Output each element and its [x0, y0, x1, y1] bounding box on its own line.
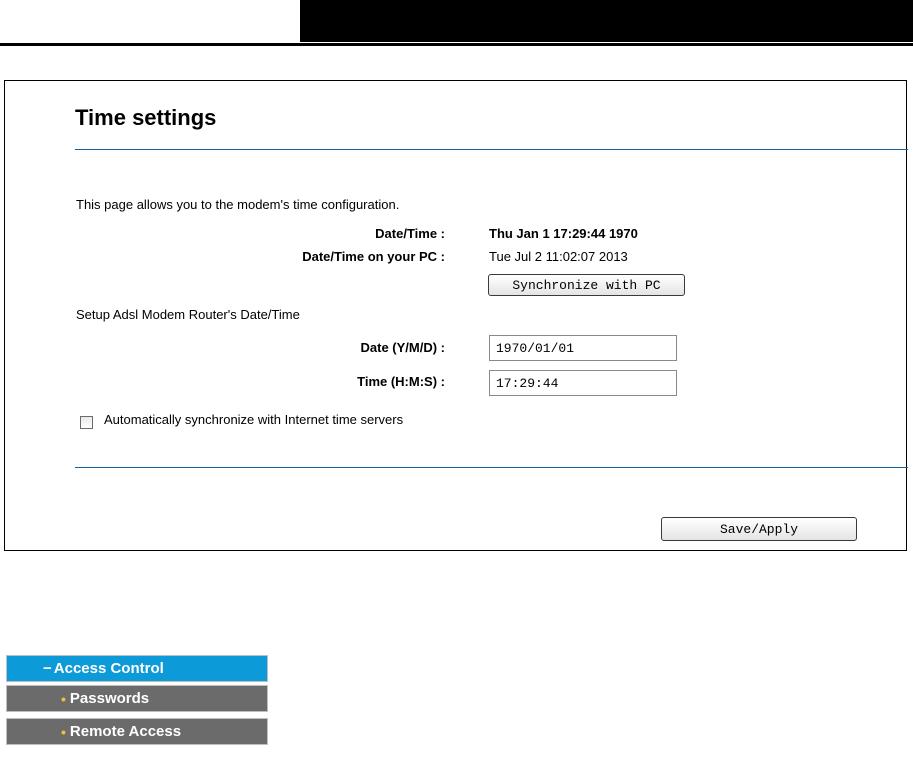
datetime-label: Date/Time : [375, 226, 445, 241]
menu-section-label: Access Control [53, 660, 164, 677]
auto-sync-checkbox[interactable] [80, 416, 93, 429]
synchronize-with-pc-button[interactable]: Synchronize with PC [488, 274, 685, 296]
time-settings-panel: Time settings This page allows you to th… [4, 80, 908, 551]
menu-item-label: Remote Access [69, 723, 182, 740]
page-title: Time settings [75, 105, 217, 130]
time-label: Time (H:M:S) : [357, 374, 445, 389]
access-control-menu: − Access Control • Passwords • Remote Ac… [6, 655, 268, 745]
date-input[interactable] [489, 335, 677, 361]
footer-divider [75, 467, 908, 468]
menu-section-access-control[interactable]: − Access Control [6, 655, 268, 682]
time-input[interactable] [489, 370, 677, 396]
pc-datetime-value: Tue Jul 2 11:02:07 2013 [489, 249, 628, 264]
bullet-icon: • [61, 723, 66, 740]
page-description: This page allows you to the modem's time… [76, 197, 400, 212]
datetime-value: Thu Jan 1 17:29:44 1970 [489, 226, 638, 241]
header-rule [0, 43, 913, 46]
auto-sync-label: Automatically synchronize with Internet … [104, 412, 404, 427]
minus-icon: − [43, 660, 52, 677]
setup-heading: Setup Adsl Modem Router's Date/Time [76, 307, 300, 322]
pc-datetime-label: Date/Time on your PC : [302, 249, 445, 264]
date-label: Date (Y/M/D) : [360, 340, 446, 355]
title-divider [75, 149, 908, 150]
save-apply-button[interactable]: Save/Apply [661, 517, 857, 541]
header-bar [300, 0, 913, 42]
menu-item-passwords[interactable]: • Passwords [6, 685, 268, 712]
menu-item-label: Passwords [69, 690, 150, 707]
bullet-icon: • [61, 690, 66, 707]
menu-item-remote-access[interactable]: • Remote Access [6, 718, 268, 745]
